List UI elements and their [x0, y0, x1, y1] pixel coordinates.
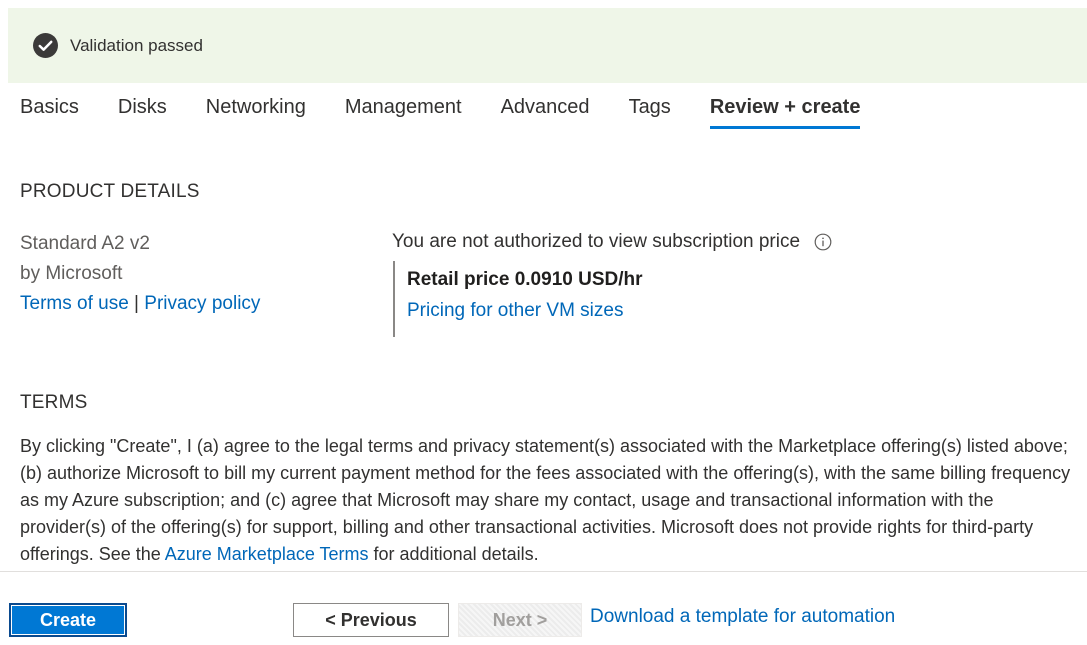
link-separator: | [134, 293, 139, 314]
info-icon[interactable] [814, 233, 832, 251]
pricing-info: You are not authorized to view subscript… [392, 229, 832, 337]
auth-row: You are not authorized to view subscript… [392, 229, 832, 255]
pricing-other-sizes-link[interactable]: Pricing for other VM sizes [407, 295, 832, 327]
check-circle-icon [33, 33, 58, 58]
tab-advanced[interactable]: Advanced [501, 96, 590, 129]
product-details-heading: PRODUCT DETAILS [20, 181, 200, 202]
product-publisher: by Microsoft [20, 263, 123, 284]
retail-price: Retail price 0.0910 USD/hr [407, 269, 643, 290]
tab-disks[interactable]: Disks [118, 96, 167, 129]
previous-button[interactable]: < Previous [293, 603, 449, 637]
auth-message: You are not authorized to view subscript… [392, 231, 801, 252]
price-box: Retail price 0.0910 USD/hr Pricing for o… [393, 261, 832, 337]
terms-heading: TERMS [20, 392, 88, 413]
product-links: Terms of use | Privacy policy [20, 289, 260, 319]
tab-bar: Basics Disks Networking Management Advan… [20, 96, 899, 129]
footer-divider [0, 571, 1087, 572]
create-button[interactable]: Create [9, 603, 127, 637]
validation-message: Validation passed [70, 35, 203, 55]
terms-body: By clicking "Create", I (a) agree to the… [20, 433, 1084, 568]
product-info: Standard A2 v2 by Microsoft Terms of use… [20, 229, 260, 319]
privacy-policy-link[interactable]: Privacy policy [144, 293, 260, 314]
terms-text-end: for additional details. [368, 544, 539, 564]
tab-tags[interactable]: Tags [629, 96, 671, 129]
download-template-link[interactable]: Download a template for automation [590, 606, 895, 628]
tab-basics[interactable]: Basics [20, 96, 79, 129]
tab-networking[interactable]: Networking [206, 96, 306, 129]
tab-management[interactable]: Management [345, 96, 462, 129]
tab-review-create[interactable]: Review + create [709, 96, 861, 129]
product-name: Standard A2 v2 [20, 233, 150, 254]
terms-of-use-link[interactable]: Terms of use [20, 293, 129, 314]
next-button[interactable]: Next > [458, 603, 582, 637]
validation-banner: Validation passed [8, 8, 1087, 83]
azure-marketplace-terms-link[interactable]: Azure Marketplace Terms [165, 544, 369, 564]
